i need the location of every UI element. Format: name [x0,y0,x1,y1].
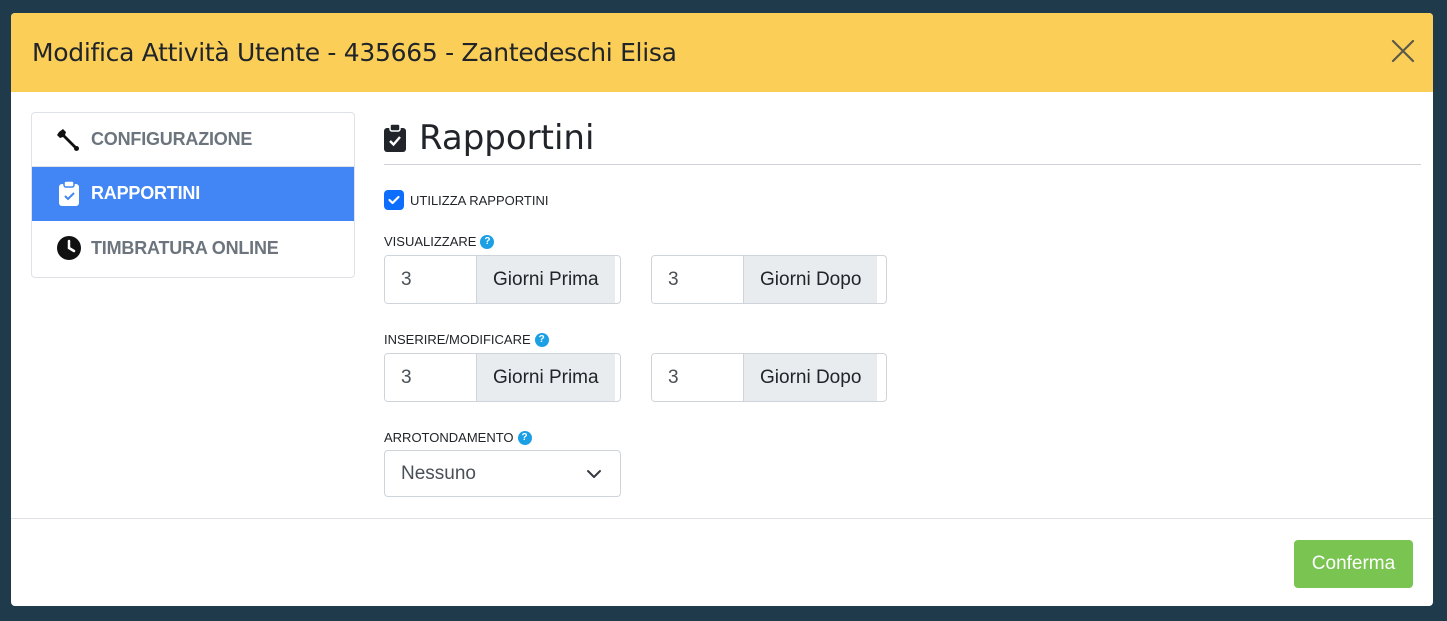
help-icon[interactable]: ? [480,234,495,249]
section-title: Rapportini [419,118,595,158]
modal-title: Modifica Attività Utente - 435665 - Zant… [32,38,677,67]
use-rapportini-checkbox[interactable] [384,190,404,210]
chevron-down-icon [586,463,602,485]
visualizzare-before-input[interactable]: 3 [385,256,477,303]
close-icon[interactable] [1391,39,1415,63]
arrotondamento-label-text: ARROTONDAMENTO [384,430,514,445]
sidebar-item-timbratura-online[interactable]: TIMBRATURA ONLINE [32,221,354,275]
visualizzare-label-text: VISUALIZZARE [384,234,477,249]
clipboard-check-icon [384,124,406,152]
sidebar-item-label: CONFIGURAZIONE [91,129,253,149]
rapportini-panel: Rapportini UTILIZZA RAPPORTINI VISUALIZZ… [384,112,1421,497]
modal-dialog: Modifica Attività Utente - 435665 - Zant… [11,13,1433,606]
visualizzare-label: VISUALIZZARE ? [384,234,495,249]
visualizzare-before-addon: Giorni Prima [477,256,615,303]
inserire-label: INSERIRE/MODIFICARE ? [384,332,549,347]
sidebar-item-label: TIMBRATURA ONLINE [91,237,279,258]
inserire-after-input[interactable]: 3 [652,354,744,401]
inserire-after-group: 3 Giorni Dopo [651,353,887,402]
inserire-before-group: 3 Giorni Prima [384,353,621,402]
arrotondamento-select[interactable]: Nessuno [384,450,621,497]
visualizzare-before-group: 3 Giorni Prima [384,255,621,304]
section-header: Rapportini [384,112,1421,165]
sidebar-item-configurazione[interactable]: CONFIGURAZIONE [32,113,354,167]
sidebar-nav: CONFIGURAZIONE RAPPORTINI TIMBRATURA ONL… [31,112,355,278]
sidebar-item-rapportini[interactable]: RAPPORTINI [32,167,354,221]
modal-header: Modifica Attività Utente - 435665 - Zant… [11,13,1433,92]
use-rapportini-label: UTILIZZA RAPPORTINI [410,192,549,208]
visualizzare-after-addon: Giorni Dopo [744,256,878,303]
arrotondamento-label: ARROTONDAMENTO ? [384,430,532,445]
inserire-after-addon: Giorni Dopo [744,354,878,401]
help-icon[interactable]: ? [534,332,549,347]
inserire-label-text: INSERIRE/MODIFICARE [384,332,531,347]
visualizzare-after-input[interactable]: 3 [652,256,744,303]
inserire-before-addon: Giorni Prima [477,354,615,401]
clipboard-check-icon [56,180,82,207]
sidebar-item-label: RAPPORTINI [91,183,201,203]
visualizzare-after-group: 3 Giorni Dopo [651,255,887,304]
wrench-icon [56,127,82,153]
modal-footer: Conferma [11,518,1433,606]
clock-icon [56,235,82,261]
confirm-button[interactable]: Conferma [1294,540,1413,588]
help-icon[interactable]: ? [517,430,532,445]
arrotondamento-selected: Nessuno [401,462,476,484]
inserire-before-input[interactable]: 3 [385,354,477,401]
use-rapportini-row: UTILIZZA RAPPORTINI [384,190,548,210]
